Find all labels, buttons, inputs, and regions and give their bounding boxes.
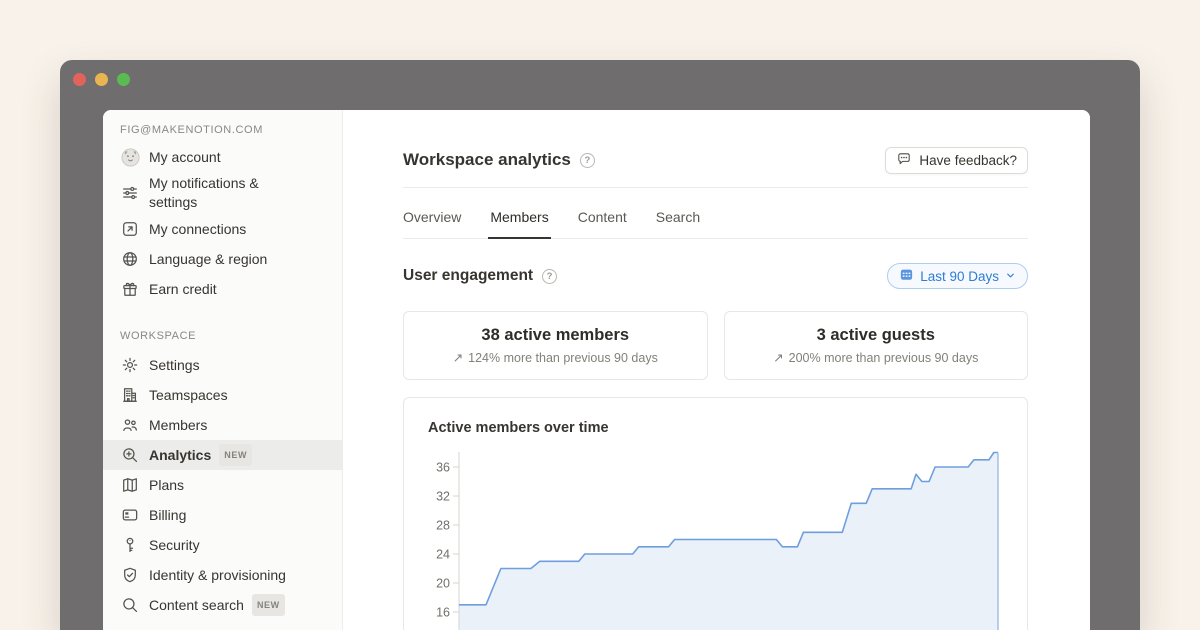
sidebar-item-teamspaces[interactable]: Teamspaces bbox=[103, 380, 342, 410]
magnifier-icon bbox=[120, 595, 140, 615]
stat-delta: ↗ 200% more than previous 90 days bbox=[773, 350, 978, 365]
sidebar-item-my-account[interactable]: My account bbox=[103, 142, 342, 172]
workspace-menu: Settings Teamspaces Members Analytics NEW Pla… bbox=[103, 350, 342, 620]
feedback-bubble-icon bbox=[896, 151, 912, 170]
trend-up-icon: ↗ bbox=[453, 350, 463, 365]
sidebar-item-label: My connections bbox=[149, 220, 246, 239]
user-engagement-row: User engagement ? Last 90 Days bbox=[403, 263, 1028, 289]
analytics-tabs: Overview Members Content Search bbox=[403, 209, 1028, 239]
sidebar-item-identity-provisioning[interactable]: Identity & provisioning bbox=[103, 560, 342, 590]
page-title: Workspace analytics bbox=[403, 150, 571, 170]
shield-check-icon bbox=[120, 565, 140, 585]
app-window: FIG@MAKENOTION.COM My account My notifica… bbox=[60, 60, 1140, 630]
sidebar-item-label: Plans bbox=[149, 476, 184, 495]
have-feedback-button[interactable]: Have feedback? bbox=[885, 147, 1028, 174]
gear-icon bbox=[120, 355, 140, 375]
stat-card-active-guests: 3 active guests ↗ 200% more than previous … bbox=[724, 311, 1029, 380]
credit-card-icon bbox=[120, 505, 140, 525]
settings-sidebar: FIG@MAKENOTION.COM My account My notifica… bbox=[103, 110, 343, 630]
chart-title: Active members over time bbox=[428, 420, 1003, 436]
building-icon bbox=[120, 385, 140, 405]
tab-content[interactable]: Content bbox=[578, 209, 627, 238]
sidebar-item-my-notifications-settings[interactable]: My notifications & settings bbox=[103, 172, 342, 214]
people-icon bbox=[120, 415, 140, 435]
sidebar-item-label: Teamspaces bbox=[149, 386, 228, 405]
chart-card: Active members over time 16 20 24 28 32 36 bbox=[403, 397, 1028, 630]
sidebar-item-my-connections[interactable]: My connections bbox=[103, 214, 342, 244]
y-tick-label: 36 bbox=[436, 461, 450, 475]
help-icon[interactable]: ? bbox=[580, 153, 595, 168]
stat-delta-text: 124% more than previous 90 days bbox=[468, 351, 658, 365]
tab-members[interactable]: Members bbox=[490, 209, 548, 238]
stat-value: 3 active guests bbox=[817, 326, 935, 345]
account-menu: My account My notifications & settings My … bbox=[103, 142, 342, 304]
trend-up-icon: ↗ bbox=[773, 350, 783, 365]
user-engagement-heading: User engagement bbox=[403, 267, 533, 285]
stat-delta-text: 200% more than previous 90 days bbox=[789, 351, 979, 365]
sidebar-item-language-region[interactable]: Language & region bbox=[103, 244, 342, 274]
page-header: Workspace analytics ? Have feedback? bbox=[403, 146, 1028, 174]
stat-card-active-members: 38 active members ↗ 124% more than previou… bbox=[403, 311, 708, 380]
stat-delta: ↗ 124% more than previous 90 days bbox=[453, 350, 658, 365]
globe-icon bbox=[120, 249, 140, 269]
arrow-up-right-box-icon bbox=[120, 219, 140, 239]
workspace-section-label: WORKSPACE bbox=[103, 330, 342, 342]
sidebar-item-earn-credit[interactable]: Earn credit bbox=[103, 274, 342, 304]
sliders-icon bbox=[120, 183, 140, 203]
new-badge: NEW bbox=[252, 594, 285, 616]
sidebar-item-label: Members bbox=[149, 416, 207, 435]
date-range-label: Last 90 Days bbox=[920, 269, 999, 284]
y-tick-label: 32 bbox=[436, 490, 450, 504]
main-content: Workspace analytics ? Have feedback? Ove… bbox=[343, 110, 1090, 630]
key-icon bbox=[120, 535, 140, 555]
date-range-button[interactable]: Last 90 Days bbox=[887, 263, 1028, 289]
sidebar-item-label: Settings bbox=[149, 356, 200, 375]
sidebar-item-billing[interactable]: Billing bbox=[103, 500, 342, 530]
sidebar-item-label: Security bbox=[149, 536, 200, 555]
tab-search[interactable]: Search bbox=[656, 209, 700, 238]
new-badge: NEW bbox=[219, 444, 252, 466]
gift-icon bbox=[120, 279, 140, 299]
tab-overview[interactable]: Overview bbox=[403, 209, 461, 238]
active-members-chart: 16 20 24 28 32 36 bbox=[428, 450, 1005, 630]
avatar-icon bbox=[120, 147, 140, 167]
sidebar-item-label: Earn credit bbox=[149, 280, 217, 299]
close-window-button[interactable] bbox=[73, 73, 86, 86]
sidebar-item-members[interactable]: Members bbox=[103, 410, 342, 440]
sidebar-item-label: My notifications & settings bbox=[149, 174, 284, 212]
calendar-icon bbox=[899, 267, 914, 285]
y-tick-label: 20 bbox=[436, 577, 450, 591]
sidebar-item-label: Identity & provisioning bbox=[149, 566, 286, 585]
settings-panel: FIG@MAKENOTION.COM My account My notifica… bbox=[103, 110, 1090, 630]
magnifier-plus-icon bbox=[120, 445, 140, 465]
sidebar-item-label: Billing bbox=[149, 506, 186, 525]
window-controls bbox=[73, 73, 130, 86]
sidebar-item-settings[interactable]: Settings bbox=[103, 350, 342, 380]
account-email: FIG@MAKENOTION.COM bbox=[103, 124, 342, 136]
engagement-help-icon[interactable]: ? bbox=[542, 269, 557, 284]
sidebar-item-analytics[interactable]: Analytics NEW bbox=[103, 440, 342, 470]
map-icon bbox=[120, 475, 140, 495]
y-tick-label: 16 bbox=[436, 606, 450, 620]
sidebar-item-content-search[interactable]: Content search NEW bbox=[103, 590, 342, 620]
sidebar-item-label: Content search bbox=[149, 596, 244, 615]
sidebar-item-label: Analytics bbox=[149, 446, 211, 465]
header-divider bbox=[403, 187, 1028, 188]
chevron-down-icon bbox=[1005, 269, 1016, 284]
sidebar-item-label: Language & region bbox=[149, 250, 267, 269]
have-feedback-label: Have feedback? bbox=[919, 153, 1017, 168]
stat-value: 38 active members bbox=[481, 326, 629, 345]
stat-cards-row: 38 active members ↗ 124% more than previou… bbox=[403, 311, 1028, 380]
sidebar-item-label: My account bbox=[149, 148, 221, 167]
y-tick-label: 28 bbox=[436, 519, 450, 533]
sidebar-item-security[interactable]: Security bbox=[103, 530, 342, 560]
minimize-window-button[interactable] bbox=[95, 73, 108, 86]
sidebar-item-plans[interactable]: Plans bbox=[103, 470, 342, 500]
zoom-window-button[interactable] bbox=[117, 73, 130, 86]
y-tick-label: 24 bbox=[436, 548, 450, 562]
chart-area-fill bbox=[459, 453, 998, 630]
